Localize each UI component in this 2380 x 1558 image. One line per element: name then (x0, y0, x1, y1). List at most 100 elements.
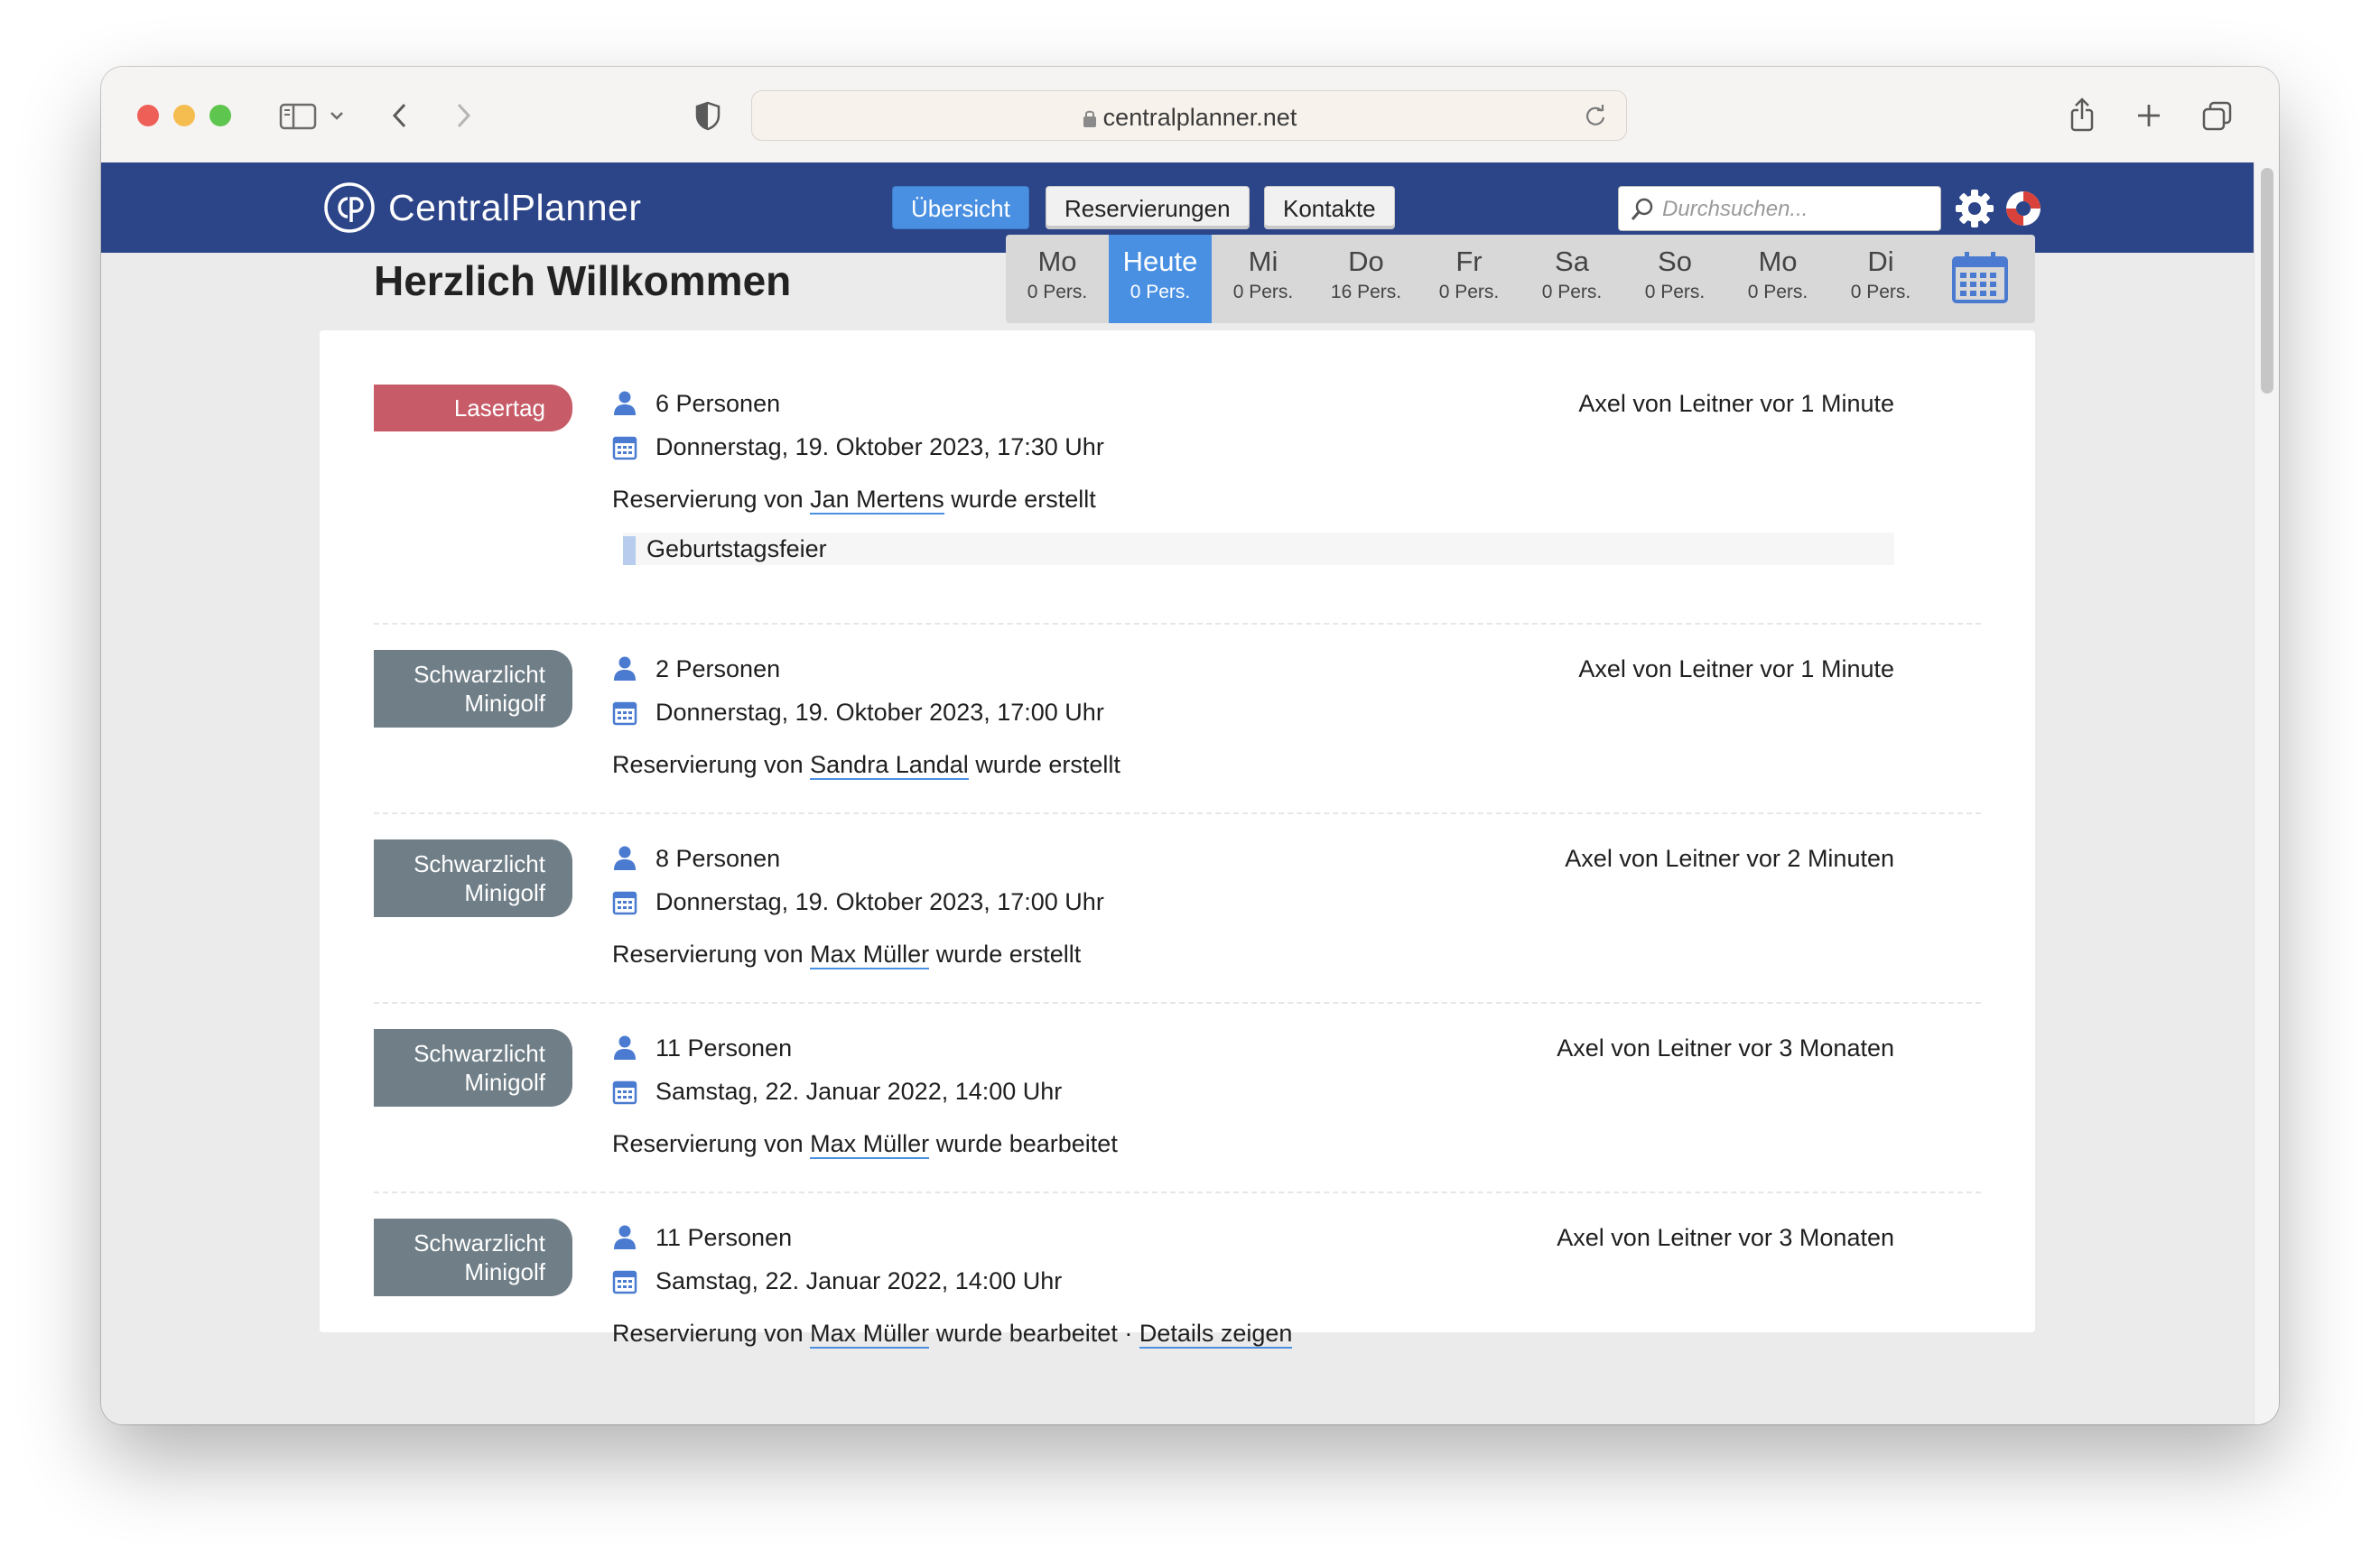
tab-overview-icon[interactable] (2199, 94, 2236, 137)
day-tab[interactable]: Mo 0 Pers. (1006, 235, 1109, 323)
feed-entry: Schwarzlicht Minigolf 11 Personen Samstag… (374, 1029, 1981, 1173)
divider (374, 812, 1981, 814)
feed-entry: Schwarzlicht Minigolf 11 Personen Samstag… (374, 1219, 1981, 1354)
reservation-date: Donnerstag, 19. Oktober 2023, 17:00 Uhr (655, 888, 1104, 915)
day-tab[interactable]: Mi 0 Pers. (1212, 235, 1315, 323)
persons-count: 11 Personen (655, 1224, 793, 1251)
day-name: Heute (1122, 246, 1198, 277)
calendar-icon (612, 436, 637, 460)
contact-link[interactable]: Sandra Landal (810, 751, 969, 780)
day-tab[interactable]: Fr 0 Pers. (1418, 235, 1520, 323)
search-input[interactable] (1660, 187, 1935, 232)
day-persons: 0 Pers. (1850, 282, 1911, 302)
chevron-down-icon[interactable] (327, 94, 347, 137)
note-text: Geburtstagsfeier (646, 535, 827, 562)
tag-label: Lasertag (453, 394, 545, 422)
note-marker (623, 535, 636, 565)
activity-suffix: wurde erstellt (951, 486, 1096, 513)
day-name: Mo (1758, 246, 1798, 277)
browser-window: centralplanner.net CentralPlanner Übersi… (101, 67, 2279, 1424)
activity-suffix: wurde bearbeitet (935, 1130, 1118, 1157)
app-name: CentralPlanner (388, 186, 642, 228)
nav-tab-contacts[interactable]: Kontakte (1264, 186, 1395, 229)
reservation-date: Donnerstag, 19. Oktober 2023, 17:00 Uhr (655, 699, 1104, 726)
day-tab[interactable]: So 0 Pers. (1623, 235, 1726, 323)
contact-link[interactable]: Max Müller (810, 941, 930, 969)
contact-link[interactable]: Jan Mertens (810, 486, 944, 515)
minimize-window-button[interactable] (173, 105, 195, 126)
sidebar-toggle-icon[interactable] (278, 94, 318, 137)
forward-icon[interactable] (450, 94, 477, 137)
day-tab[interactable]: Di 0 Pers. (1829, 235, 1932, 323)
persons-count: 8 Personen (655, 845, 781, 872)
day-tab[interactable]: Sa 0 Pers. (1520, 235, 1623, 323)
details-link[interactable]: Details zeigen (1139, 1320, 1293, 1349)
activity-text: Reservierung von Max Müller wurde erstel… (612, 941, 1081, 969)
person-icon (614, 391, 636, 415)
activity-prefix: Reservierung von (612, 941, 804, 968)
activity-tag[interactable]: Schwarzlicht Minigolf (374, 1029, 572, 1107)
activity-suffix: wurde erstellt (935, 941, 1082, 968)
activity-tag[interactable]: Lasertag (374, 385, 572, 431)
reservation-date: Samstag, 22. Januar 2022, 14:00 Uhr (655, 1267, 1063, 1294)
close-window-button[interactable] (137, 105, 159, 126)
calendar-icon (612, 891, 637, 915)
day-persons: 16 Pers. (1330, 282, 1402, 302)
calendar-icon (612, 701, 637, 726)
tag-label: Minigolf (464, 1069, 545, 1096)
divider (374, 1002, 1981, 1004)
day-tab-today[interactable]: Heute 0 Pers. (1109, 235, 1212, 323)
activity-feed: Lasertag 6 Personen Donnerstag, 19. Okto… (320, 330, 2035, 1349)
divider (374, 623, 1981, 625)
feed-entry: Schwarzlicht Minigolf 2 Personen Donnerst… (374, 650, 1981, 794)
author-time: Axel von Leitner vor 1 Minute (1578, 655, 1894, 682)
activity-tag[interactable]: Schwarzlicht Minigolf (374, 1219, 572, 1296)
nav-tab-overview[interactable]: Übersicht (892, 186, 1029, 229)
reload-icon[interactable] (1583, 103, 1608, 128)
share-icon[interactable] (2066, 94, 2098, 137)
day-name: Mi (1248, 246, 1278, 277)
author-time: Axel von Leitner vor 3 Monaten (1557, 1034, 1894, 1062)
activity-prefix: Reservierung von (612, 751, 804, 778)
new-tab-icon[interactable] (2133, 94, 2165, 137)
lifebuoy-icon[interactable] (2003, 188, 2044, 229)
gear-icon[interactable] (1954, 188, 1995, 229)
day-name: Di (1867, 246, 1894, 277)
tag-label: Minigolf (464, 1258, 545, 1285)
app-logo[interactable]: CentralPlanner (323, 182, 642, 233)
reservation-date: Samstag, 22. Januar 2022, 14:00 Uhr (655, 1078, 1063, 1105)
feed-entry: Lasertag 6 Personen Donnerstag, 19. Okto… (374, 385, 1981, 601)
activity-prefix: Reservierung von (612, 486, 804, 513)
zoom-window-button[interactable] (209, 105, 231, 126)
calendar-icon[interactable] (1950, 249, 2010, 305)
contact-link[interactable]: Max Müller (810, 1320, 930, 1349)
back-icon[interactable] (386, 94, 414, 137)
activity-tag[interactable]: Schwarzlicht Minigolf (374, 839, 572, 917)
nav-tab-reservations[interactable]: Reservierungen (1046, 186, 1250, 229)
activity-prefix: Reservierung von (612, 1130, 804, 1157)
person-icon (614, 656, 636, 681)
day-name: Fr (1455, 246, 1483, 277)
persons-count: 6 Personen (655, 390, 781, 417)
day-tab[interactable]: Mo 0 Pers. (1726, 235, 1829, 323)
day-persons: 0 Pers. (1747, 282, 1808, 302)
tag-label: Schwarzlicht (414, 1229, 545, 1257)
activity-tag[interactable]: Schwarzlicht Minigolf (374, 650, 572, 728)
day-tab[interactable]: Do 16 Pers. (1315, 235, 1418, 323)
contact-link[interactable]: Max Müller (810, 1130, 930, 1159)
url-text: centralplanner.net (752, 104, 1626, 132)
scrollbar-thumb[interactable] (2261, 168, 2273, 394)
activity-text: Reservierung von Max Müller wurde bearbe… (612, 1320, 1293, 1349)
privacy-shield-icon[interactable] (692, 94, 724, 137)
person-icon (614, 1225, 636, 1249)
author-time: Axel von Leitner vor 2 Minuten (1565, 845, 1894, 872)
tag-label: Minigolf (464, 690, 545, 717)
day-name: So (1658, 246, 1692, 277)
day-persons: 0 Pers. (1541, 282, 1603, 302)
person-icon (614, 1035, 636, 1060)
lock-icon (1083, 110, 1096, 127)
activity-text: Reservierung von Sandra Landal wurde ers… (612, 751, 1120, 780)
day-name: Sa (1555, 246, 1589, 277)
search-icon (1631, 198, 1653, 220)
address-bar[interactable]: centralplanner.net (751, 90, 1627, 141)
